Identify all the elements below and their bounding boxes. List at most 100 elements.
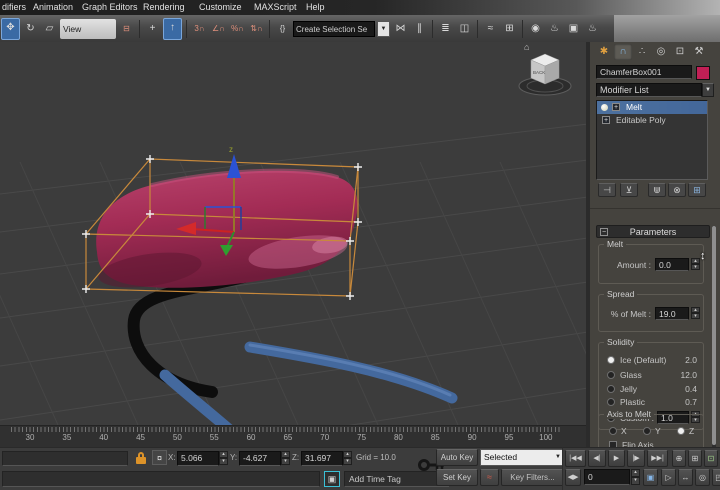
selected-filter-dropdown[interactable]: Selected ▼ xyxy=(480,449,564,466)
expand-box-icon[interactable]: + xyxy=(602,116,610,124)
rollout-collapse-icon[interactable]: − xyxy=(600,228,608,236)
radio-jelly-label[interactable]: Jelly xyxy=(620,384,637,394)
maximize-viewport-icon[interactable]: ◰ xyxy=(712,469,720,486)
radio-jelly[interactable] xyxy=(607,385,615,393)
absolute-mode-icon[interactable]: ¤ xyxy=(152,450,167,465)
viewcube-home-icon[interactable]: ⌂ xyxy=(524,42,529,52)
z-coord-field[interactable]: 31.697 xyxy=(301,451,343,466)
auto-key-button[interactable]: Auto Key xyxy=(436,449,478,466)
set-key-button[interactable]: Set Key xyxy=(436,469,478,486)
axis-x-label[interactable]: X xyxy=(621,426,627,436)
ribbon-toggle-icon[interactable]: ◫ xyxy=(456,19,473,39)
named-selection-set-field[interactable]: Create Selection Se xyxy=(293,21,375,37)
radio-ice-label[interactable]: Ice (Default) xyxy=(620,355,666,365)
x-coord-field[interactable]: 5.066 xyxy=(177,451,219,466)
current-frame-field[interactable]: 0 xyxy=(584,469,630,485)
use-pivot-center-icon[interactable]: ⊟ xyxy=(118,19,135,39)
key-mode-toggle-icon[interactable]: ◀▶ xyxy=(565,469,581,486)
viewport-canvas[interactable]: z BACK ⌂ xyxy=(0,42,588,425)
tab-modify-icon[interactable]: ∩ xyxy=(614,44,632,60)
configure-modifier-sets-icon[interactable]: ⊞ xyxy=(688,183,706,197)
layer-manager-icon[interactable]: ≣ xyxy=(437,19,454,39)
mirror-icon[interactable]: ⋈ xyxy=(392,19,409,39)
remove-modifier-icon[interactable]: ⊗ xyxy=(668,183,686,197)
expand-box-icon[interactable]: + xyxy=(612,103,620,111)
align-icon[interactable]: ∥ xyxy=(411,19,428,39)
reference-coordinate-dropdown[interactable]: View xyxy=(60,19,116,39)
play-icon[interactable]: ▶ xyxy=(608,450,625,467)
parameters-rollout-header[interactable]: − Parameters xyxy=(596,225,710,238)
angle-snap-icon[interactable]: ∠∩ xyxy=(210,19,227,39)
object-color-swatch[interactable] xyxy=(696,66,710,80)
menu-rendering[interactable]: Rendering xyxy=(143,2,185,12)
show-end-result-icon[interactable]: ⊻ xyxy=(620,183,638,197)
pin-stack-icon[interactable]: ⊣ xyxy=(598,183,616,197)
track-bar[interactable]: 30 35 40 45 50 55 60 65 70 75 80 85 90 9… xyxy=(0,425,588,447)
modifier-stack-row-melt[interactable]: + Melt xyxy=(597,101,707,114)
select-and-move-icon[interactable]: ✥ xyxy=(1,18,20,40)
menu-graph-editors[interactable]: Graph Editors xyxy=(82,2,138,12)
modifier-list-arrow-icon[interactable]: ▼ xyxy=(702,83,714,97)
radio-axis-y[interactable] xyxy=(643,427,651,435)
rendered-frame-window-icon[interactable]: ▣ xyxy=(565,19,582,39)
make-unique-icon[interactable]: ⋓ xyxy=(648,183,666,197)
x-coord-spinner[interactable]: ▴ ▾ xyxy=(219,451,228,465)
pct-of-melt-field[interactable]: 19.0 xyxy=(655,307,689,320)
spinner-down-icon[interactable]: ▾ xyxy=(281,458,290,465)
tab-utilities-icon[interactable]: ⚒ xyxy=(690,44,708,60)
zoom-all-icon[interactable]: ⊞ xyxy=(688,450,702,467)
amount-spinner[interactable]: ▴ ▾ xyxy=(691,258,700,270)
radio-axis-x[interactable] xyxy=(609,427,617,435)
spinner-down-icon[interactable]: ▾ xyxy=(631,477,640,485)
amount-field[interactable]: 0.0 xyxy=(655,258,689,271)
keyboard-override-icon[interactable]: ↑ xyxy=(163,18,182,40)
panel-scrollbar[interactable] xyxy=(712,226,716,447)
modifier-stack[interactable]: + Melt + Editable Poly xyxy=(596,100,708,180)
panel-scrollbar-thumb[interactable] xyxy=(712,226,716,445)
tab-display-icon[interactable]: ⊡ xyxy=(671,44,689,60)
y-coord-field[interactable]: -4.627 xyxy=(239,451,281,466)
next-frame-icon[interactable]: |▶ xyxy=(627,450,645,467)
frame-spinner[interactable]: ▴ ▾ xyxy=(631,469,640,485)
percent-snap-icon[interactable]: %∩ xyxy=(229,19,246,39)
isolate-selection-icon[interactable]: ▣ xyxy=(324,471,340,487)
curve-editor-icon[interactable]: ≈ xyxy=(482,19,499,39)
render-production-icon[interactable]: ♨ xyxy=(584,19,601,39)
spinner-down-icon[interactable]: ▾ xyxy=(691,264,700,270)
menu-maxscript[interactable]: MAXScript xyxy=(254,2,297,12)
radio-glass[interactable] xyxy=(607,371,615,379)
go-to-end-icon[interactable]: ▶▶| xyxy=(647,450,668,467)
field-of-view-icon[interactable]: ▷ xyxy=(661,469,676,486)
zoom-extents-icon[interactable]: ⊡ xyxy=(704,450,718,467)
menu-animation[interactable]: Animation xyxy=(33,2,73,12)
key-filters-button[interactable]: Key Filters... xyxy=(501,469,564,486)
selection-set-dropdown-arrow-icon[interactable]: ▼ xyxy=(377,21,390,37)
radio-ice[interactable] xyxy=(607,356,615,364)
modifier-on-bulb-icon[interactable] xyxy=(601,104,608,111)
z-coord-spinner[interactable]: ▴ ▾ xyxy=(343,451,352,465)
tab-hierarchy-icon[interactable]: ∴ xyxy=(633,44,651,60)
go-to-start-icon[interactable]: |◀◀ xyxy=(565,450,586,467)
menu-modifiers[interactable]: difiers xyxy=(2,2,26,12)
menu-help[interactable]: Help xyxy=(306,2,325,12)
edit-named-selection-sets-icon[interactable]: {} xyxy=(274,19,291,39)
radio-glass-label[interactable]: Glass xyxy=(620,370,642,380)
material-editor-icon[interactable]: ◉ xyxy=(527,19,544,39)
modifier-label[interactable]: Editable Poly xyxy=(616,114,666,127)
snap-toggle-3d-icon[interactable]: 3∩ xyxy=(191,19,208,39)
spinner-down-icon[interactable]: ▾ xyxy=(691,313,700,319)
orbit-icon[interactable]: ◎ xyxy=(695,469,710,486)
select-and-manipulate-icon[interactable]: + xyxy=(144,19,161,39)
default-in-out-tangents-icon[interactable]: ≈ xyxy=(480,469,499,486)
time-configuration-icon[interactable]: ▣ xyxy=(643,469,658,486)
perspective-viewport[interactable]: z BACK ⌂ xyxy=(0,42,588,425)
radio-plastic-label[interactable]: Plastic xyxy=(620,397,645,407)
pct-spinner[interactable]: ▴ ▾ xyxy=(691,307,700,319)
axis-y-label[interactable]: Y xyxy=(655,426,661,436)
selection-lock-icon-body[interactable] xyxy=(136,457,146,464)
tab-motion-icon[interactable]: ◎ xyxy=(652,44,670,60)
spinner-down-icon[interactable]: ▾ xyxy=(219,458,228,465)
schematic-view-icon[interactable]: ⊞ xyxy=(501,19,518,39)
spinner-snap-icon[interactable]: ⇅∩ xyxy=(248,19,265,39)
modifier-stack-row-editable-poly[interactable]: + Editable Poly xyxy=(597,114,707,127)
